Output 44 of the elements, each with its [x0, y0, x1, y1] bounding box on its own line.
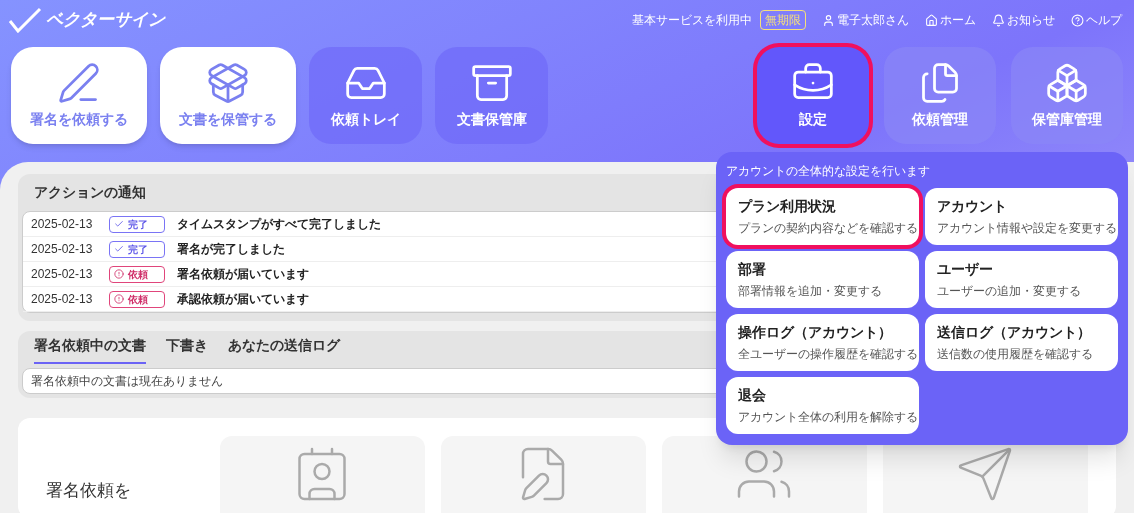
pen-icon [57, 61, 101, 105]
notification-link[interactable]: タイムスタンプがすべて完了しました [177, 215, 381, 233]
notification-date: 2025-02-13 [31, 241, 94, 258]
document-tab[interactable]: あなたの送信ログ [228, 335, 340, 364]
alert-icon [114, 294, 124, 304]
check-logo-icon [8, 7, 42, 33]
header-link[interactable]: ホーム [925, 11, 976, 29]
status-badge: 完了 [109, 240, 165, 258]
open-box-icon [206, 61, 250, 105]
home-icon [925, 13, 938, 27]
status-badge: 依頼 [109, 290, 165, 308]
status-badge: 依頼 [109, 265, 165, 283]
document-tab[interactable]: 署名依頼中の文書 [34, 335, 146, 364]
notification-date: 2025-02-13 [31, 216, 94, 233]
notification-link[interactable]: 承認依頼が届いています [177, 290, 309, 308]
boxes-icon [1045, 61, 1089, 105]
user-icon [822, 13, 835, 27]
guide-heading: 署名依頼を [46, 480, 132, 502]
notification-date: 2025-02-13 [31, 291, 94, 308]
notification-date: 2025-02-13 [31, 266, 94, 283]
bell-icon [992, 13, 1005, 27]
plan-status: 基本サービスを利用中 [632, 12, 752, 29]
settings-menu-item[interactable]: 操作ログ（アカウント） 全ユーザーの操作履歴を確認する [726, 314, 919, 371]
check-icon [114, 244, 124, 254]
header-link[interactable]: お知らせ [992, 11, 1055, 29]
settings-menu-item[interactable]: 退会 アカウント全体の利用を解除する [726, 377, 919, 434]
settings-menu-item[interactable]: 部署 部署情報を追加・変更する [726, 251, 919, 308]
check-icon [114, 219, 124, 229]
plan-badge: 無期限 [760, 10, 806, 30]
nav-tile[interactable]: 文書保管庫 [435, 47, 548, 144]
dropdown-description: アカウントの全体的な設定を行います [726, 163, 931, 180]
settings-menu-item[interactable]: ユーザー ユーザーの追加・変更する [925, 251, 1118, 308]
status-badge: 完了 [109, 215, 165, 233]
alert-icon [114, 269, 124, 279]
header-link[interactable]: ヘルプ [1071, 11, 1122, 29]
settings-menu-item[interactable]: アカウント アカウント情報や設定を変更する [925, 188, 1118, 245]
nav-tile[interactable]: 依頼トレイ [309, 47, 422, 144]
notification-link[interactable]: 署名が完了しました [177, 240, 285, 258]
app-logo: ベクターサイン [46, 9, 165, 32]
settings-menu-item[interactable]: 送信ログ（アカウント） 送信数の使用履歴を確認する [925, 314, 1118, 371]
help-icon [1071, 13, 1084, 27]
notification-link[interactable]: 署名依頼が届いています [177, 265, 309, 283]
panel-title: アクションの通知 [34, 183, 146, 202]
document-tab[interactable]: 下書き [166, 335, 208, 364]
